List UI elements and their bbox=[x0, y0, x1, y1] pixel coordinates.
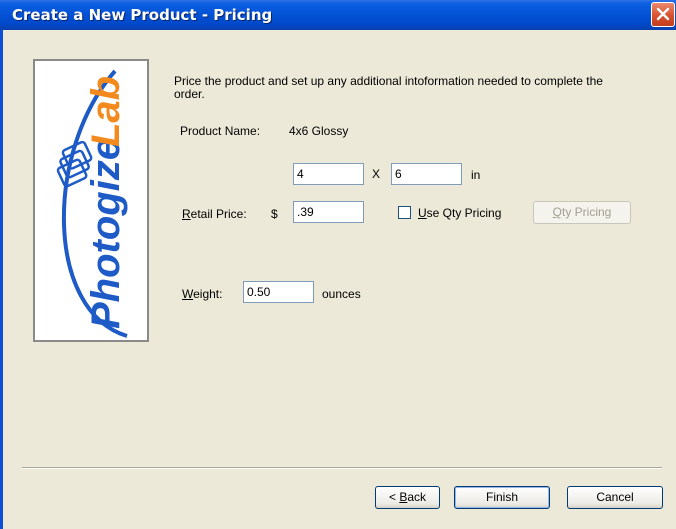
product-name-value: 4x6 Glossy bbox=[289, 124, 349, 138]
finish-button[interactable]: Finish bbox=[454, 486, 550, 509]
retail-price-label: Retail Price: bbox=[182, 207, 247, 221]
logo-text-accent: Lab bbox=[84, 76, 128, 147]
close-button[interactable] bbox=[651, 2, 675, 27]
qty-pricing-checkbox-label[interactable]: Use Qty Pricing bbox=[418, 206, 501, 220]
height-input[interactable] bbox=[391, 163, 462, 185]
qty-pricing-button-mnemonic: Q bbox=[552, 205, 562, 219]
weight-mnemonic: W bbox=[182, 287, 194, 301]
qty-pricing-button-rest: ty Pricing bbox=[561, 205, 612, 219]
weight-unit-label: ounces bbox=[322, 287, 361, 301]
wizard-window: Create a New Product - Pricing Photogize… bbox=[0, 0, 676, 529]
weight-label: Weight: bbox=[182, 287, 222, 301]
cancel-button[interactable]: Cancel bbox=[567, 486, 663, 509]
close-icon bbox=[656, 7, 670, 21]
retail-price-label-rest: etail Price: bbox=[190, 207, 247, 221]
times-label: X bbox=[372, 167, 381, 181]
photogize-lab-logo: Photogize Lab bbox=[33, 59, 149, 342]
retail-price-input[interactable] bbox=[293, 201, 364, 223]
weight-label-rest: eight: bbox=[193, 287, 223, 301]
qty-pricing-checkbox-mnemonic: U bbox=[418, 206, 427, 220]
width-input[interactable] bbox=[293, 163, 364, 185]
window-frame bbox=[0, 30, 3, 529]
weight-input[interactable] bbox=[243, 281, 314, 303]
size-unit-label: in bbox=[471, 168, 481, 182]
intro-text: Price the product and set up any additio… bbox=[174, 74, 603, 101]
retail-price-mnemonic: R bbox=[182, 207, 191, 221]
currency-label: $ bbox=[271, 207, 278, 221]
back-button-prefix: < bbox=[388, 490, 400, 504]
logo-wordmark: Photogize Lab bbox=[56, 69, 128, 338]
qty-pricing-button[interactable]: Qty Pricing bbox=[533, 201, 631, 224]
back-button-rest: ack bbox=[407, 490, 427, 504]
qty-pricing-checkbox-label-rest: se Qty Pricing bbox=[426, 206, 502, 220]
window-title: Create a New Product - Pricing bbox=[12, 6, 273, 24]
back-button[interactable]: < Back bbox=[375, 486, 440, 509]
qty-pricing-checkbox[interactable] bbox=[398, 206, 411, 219]
button-separator bbox=[22, 467, 662, 469]
logo-text-main: Photogize bbox=[84, 138, 128, 329]
title-bar[interactable]: Create a New Product - Pricing bbox=[0, 0, 676, 30]
product-name-label: Product Name: bbox=[180, 124, 261, 138]
